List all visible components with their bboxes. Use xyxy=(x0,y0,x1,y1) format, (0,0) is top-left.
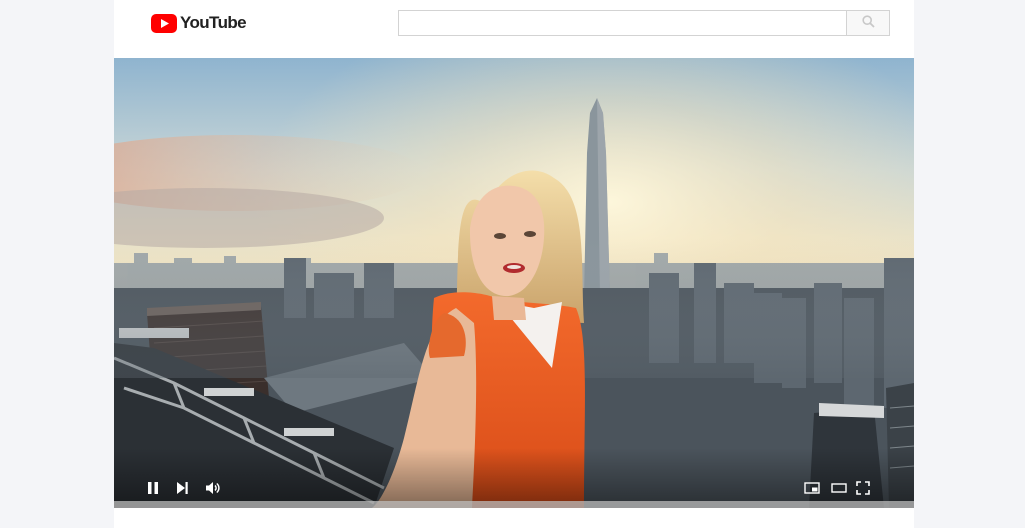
masthead: YouTube xyxy=(114,0,914,58)
youtube-logo[interactable]: YouTube xyxy=(151,13,247,33)
page: YouTube xyxy=(114,0,914,528)
search-box xyxy=(398,10,890,36)
miniplayer-button[interactable] xyxy=(800,477,824,501)
player-controls xyxy=(114,474,914,504)
volume-icon xyxy=(205,481,221,498)
theater-mode-button[interactable] xyxy=(827,477,851,501)
fullscreen-icon xyxy=(856,480,870,498)
theater-mode-icon xyxy=(831,482,847,497)
video-player[interactable] xyxy=(114,58,914,508)
next-button[interactable] xyxy=(170,477,194,501)
search-icon xyxy=(861,15,875,31)
next-icon xyxy=(175,481,189,498)
video-frame xyxy=(114,58,914,508)
youtube-play-icon xyxy=(151,13,177,33)
logo-text: YouTube xyxy=(180,13,247,32)
miniplayer-icon xyxy=(804,481,820,497)
search-button[interactable] xyxy=(846,11,889,35)
play-pause-button[interactable] xyxy=(141,477,165,501)
mute-button[interactable] xyxy=(201,477,225,501)
progress-bar[interactable] xyxy=(114,501,914,508)
fullscreen-button[interactable] xyxy=(851,477,875,501)
search-input[interactable] xyxy=(399,11,846,35)
pause-icon xyxy=(146,481,160,498)
